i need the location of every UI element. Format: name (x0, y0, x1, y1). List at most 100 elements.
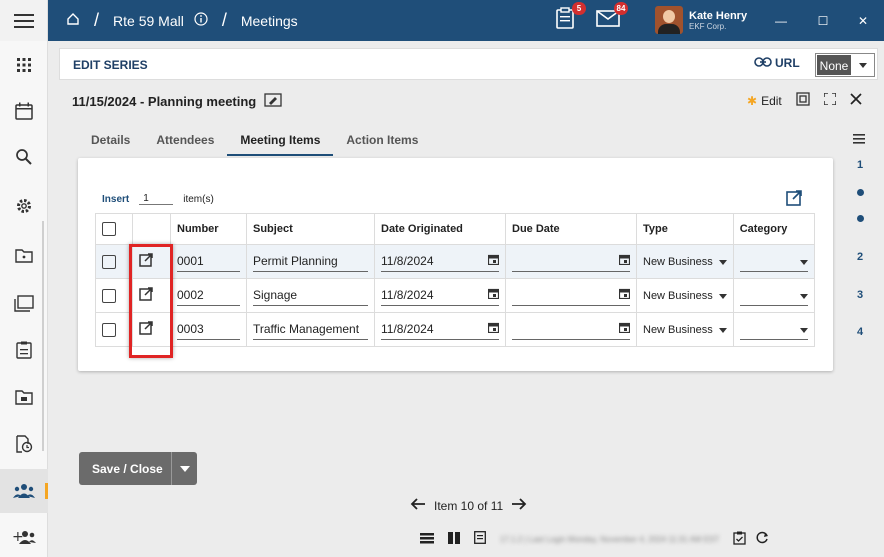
document-clock-icon[interactable] (0, 422, 48, 466)
tab-attendees[interactable]: Attendees (143, 128, 227, 156)
save-close-label[interactable]: Save / Close (79, 462, 171, 476)
due-date-cell[interactable] (505, 278, 637, 313)
tab-meeting-items[interactable]: Meeting Items (227, 128, 334, 156)
table-row[interactable]: 0001 Permit Planning 11/8/2024 New Busin… (95, 244, 816, 279)
folder-star-icon[interactable] (0, 233, 48, 277)
type-cell[interactable]: New Business (636, 278, 734, 313)
close-icon[interactable] (850, 93, 862, 108)
subject-cell[interactable]: Permit Planning (246, 244, 375, 279)
subject-cell[interactable]: Signage (246, 278, 375, 313)
gear-icon[interactable] (0, 184, 48, 228)
folders-icon[interactable] (0, 281, 48, 325)
calendar-icon[interactable] (618, 322, 631, 336)
column-header-number[interactable]: Number (170, 213, 247, 245)
step-dot[interactable] (857, 215, 864, 222)
url-button[interactable]: URL (754, 56, 800, 70)
sidebar-scrollbar[interactable] (42, 221, 44, 451)
chevron-down-icon[interactable] (800, 288, 808, 302)
chevron-down-icon[interactable] (718, 256, 727, 268)
subject-cell[interactable]: Traffic Management (246, 312, 375, 347)
calendar-icon[interactable] (487, 254, 500, 268)
chevron-down-icon[interactable] (800, 322, 808, 336)
home-icon[interactable] (66, 12, 80, 29)
insert-count-input[interactable]: 1 (139, 193, 174, 205)
table-row[interactable]: 0002 Signage 11/8/2024 New Business (95, 278, 816, 313)
row-checkbox[interactable] (102, 288, 116, 303)
category-cell[interactable] (732, 312, 816, 347)
step-4[interactable]: 4 (850, 326, 870, 338)
copy-icon[interactable] (796, 92, 810, 109)
column-header-date-originated[interactable]: Date Originated (374, 213, 506, 245)
column-header-due-date[interactable]: Due Date (505, 213, 637, 245)
insert-button[interactable]: Insert (102, 194, 129, 205)
list-view-icon[interactable] (853, 133, 865, 147)
minimize-icon[interactable]: — (763, 0, 799, 41)
clipboard-check-icon[interactable] (733, 531, 746, 548)
row-checkbox[interactable] (102, 322, 116, 337)
chevron-down-icon[interactable] (800, 254, 808, 268)
calendar-icon[interactable] (618, 254, 631, 268)
due-date-cell[interactable] (505, 312, 637, 347)
contact-folder-icon[interactable] (0, 375, 48, 419)
type-cell[interactable]: New Business (636, 244, 734, 279)
apps-grid-icon[interactable] (0, 43, 48, 87)
columns-view-icon[interactable] (448, 531, 460, 547)
number-cell[interactable]: 0002 (170, 278, 247, 313)
breadcrumb-project[interactable]: Rte 59 Mall (113, 13, 184, 29)
document-view-icon[interactable] (474, 531, 486, 547)
edit-title-icon[interactable] (264, 93, 282, 110)
column-header-category[interactable]: Category (732, 213, 816, 245)
step-3[interactable]: 3 (850, 289, 870, 301)
select-all-checkbox[interactable] (102, 222, 116, 236)
calendar-icon[interactable] (618, 288, 631, 302)
save-close-button[interactable]: Save / Close (79, 452, 197, 485)
date-originated-cell[interactable]: 11/8/2024 (374, 312, 506, 347)
series-select[interactable]: None (815, 53, 875, 77)
step-1[interactable]: 1 (850, 159, 870, 171)
arrow-left-icon[interactable] (410, 498, 426, 513)
close-window-icon[interactable]: ✕ (845, 0, 881, 41)
number-cell[interactable]: 0003 (170, 312, 247, 347)
chevron-down-icon[interactable] (852, 54, 874, 76)
tab-action-items[interactable]: Action Items (333, 128, 431, 156)
open-item-icon[interactable] (139, 321, 153, 338)
open-item-icon[interactable] (139, 253, 153, 270)
chevron-down-icon[interactable] (718, 324, 727, 336)
calendar-icon[interactable] (487, 288, 500, 302)
tab-details[interactable]: Details (78, 128, 143, 156)
column-header-subject[interactable]: Subject (246, 213, 375, 245)
category-cell[interactable] (732, 278, 816, 313)
chevron-down-icon[interactable] (171, 452, 197, 485)
type-cell[interactable]: New Business (636, 312, 734, 347)
stack-view-icon[interactable] (420, 532, 434, 547)
arrow-right-icon[interactable] (511, 498, 527, 513)
fullscreen-icon[interactable] (822, 92, 837, 108)
checklist-icon[interactable] (0, 328, 48, 372)
calendar-icon[interactable] (487, 322, 500, 336)
row-checkbox[interactable] (102, 254, 116, 269)
menu-icon[interactable] (0, 0, 48, 41)
date-originated-cell[interactable]: 11/8/2024 (374, 278, 506, 313)
clipboard-icon[interactable]: 5 (554, 2, 586, 32)
date-originated-cell[interactable]: 11/8/2024 (374, 244, 506, 279)
category-cell[interactable] (732, 244, 816, 279)
table-row[interactable]: 0003 Traffic Management 11/8/2024 New Bu… (95, 312, 816, 347)
search-icon[interactable] (0, 135, 48, 179)
step-2[interactable]: 2 (850, 251, 870, 263)
refresh-icon[interactable] (756, 531, 769, 547)
open-item-icon[interactable] (139, 287, 153, 304)
chevron-down-icon[interactable] (718, 290, 727, 302)
step-dot[interactable] (857, 189, 864, 196)
open-external-icon[interactable] (786, 190, 802, 209)
number-cell[interactable]: 0001 (170, 244, 247, 279)
calendar-icon[interactable] (0, 89, 48, 133)
due-date-cell[interactable] (505, 244, 637, 279)
mail-icon[interactable]: 84 (596, 2, 628, 32)
edit-link[interactable]: Edit (761, 94, 782, 108)
add-people-icon[interactable]: + (0, 515, 48, 557)
breadcrumb-meetings[interactable]: Meetings (241, 13, 298, 29)
user-menu[interactable]: Kate Henry EKF Corp. (655, 6, 747, 34)
info-icon[interactable] (194, 12, 208, 29)
column-header-type[interactable]: Type (636, 213, 734, 245)
maximize-icon[interactable]: ☐ (805, 0, 841, 41)
